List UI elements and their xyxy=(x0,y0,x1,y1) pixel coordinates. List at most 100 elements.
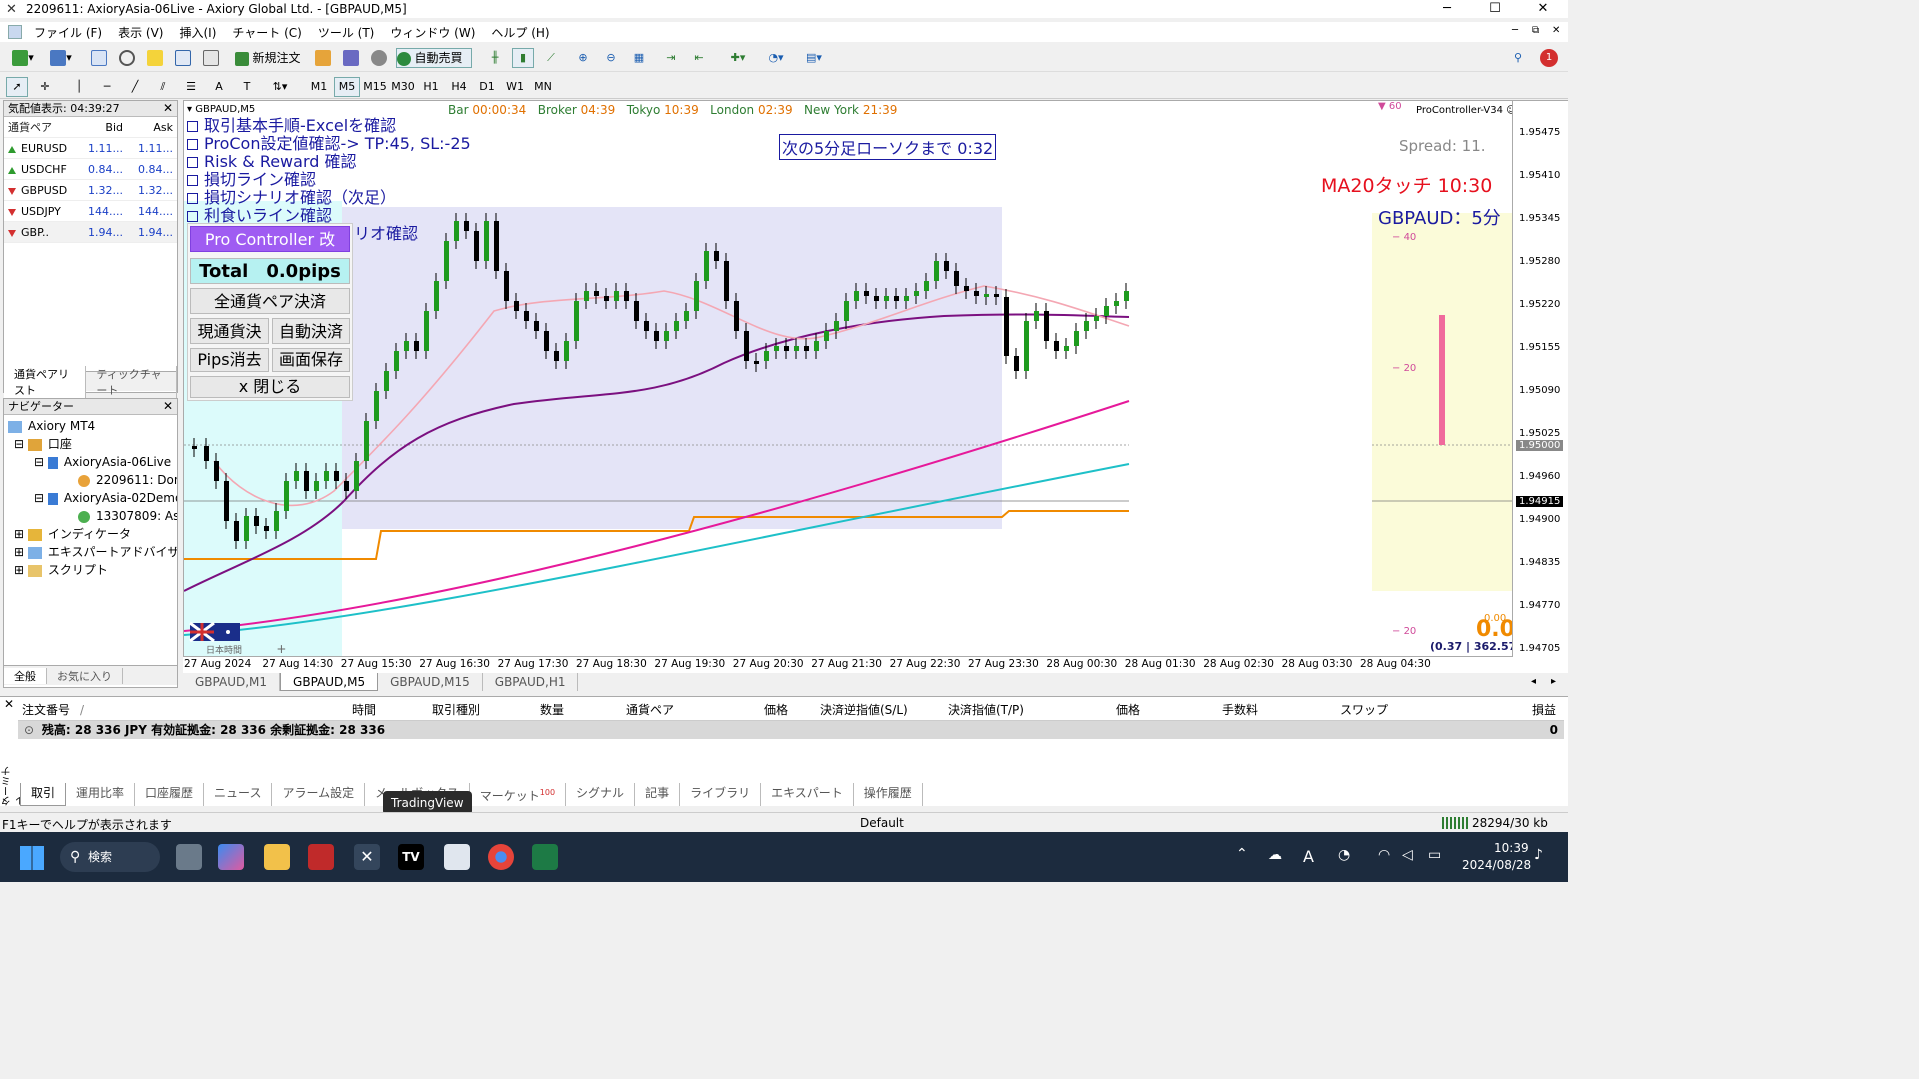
profiles-icon[interactable]: ▾ xyxy=(44,48,78,68)
channel-icon[interactable]: ⫽ xyxy=(152,77,174,97)
start-icon[interactable] xyxy=(20,846,44,870)
indicators-icon[interactable]: ✚▾ xyxy=(722,48,754,68)
tradingview-icon[interactable]: TV xyxy=(398,844,424,870)
price-chart[interactable]: ▾ GBPAUD,M5 Bar 00:00:34 Broker 04:39 To… xyxy=(183,100,1513,657)
timeframe-m30[interactable]: M30 xyxy=(390,77,416,97)
terminal-close-icon[interactable]: ✕ xyxy=(4,697,14,711)
text-icon[interactable]: A xyxy=(208,77,230,97)
checklist-item[interactable]: 取引基本手順-Excelを確認 xyxy=(187,117,471,135)
child-close-button[interactable]: ✕ xyxy=(1552,25,1560,36)
periods-icon[interactable]: ◔▾ xyxy=(760,48,792,68)
tab-scroll-right-icon[interactable]: ▸ xyxy=(1551,673,1556,691)
chevron-up-icon[interactable]: ⌃ xyxy=(1236,846,1248,862)
close-all-pairs-button[interactable]: 全通貨ペア決済 xyxy=(190,288,350,314)
timeframe-m1[interactable]: M1 xyxy=(306,77,332,97)
file-explorer-icon[interactable] xyxy=(264,844,290,870)
checklist-item[interactable]: ProCon設定値確認-> TP:45, SL:-25 xyxy=(187,135,471,153)
clock-icon[interactable]: ◔ xyxy=(1338,847,1350,863)
nav-scripts[interactable]: ⊞ スクリプト xyxy=(8,561,177,579)
column-symbol[interactable]: 通貨ペア xyxy=(626,701,674,718)
navigator-icon[interactable] xyxy=(144,48,166,68)
tab-favorites[interactable]: お気に入り xyxy=(47,667,123,684)
tab-exposure[interactable]: 運用比率 xyxy=(66,783,136,806)
tab-experts[interactable]: エキスパート xyxy=(761,783,854,806)
column-ask[interactable]: Ask xyxy=(126,117,176,137)
tab-gbpaud-m5[interactable]: GBPAUD,M5 xyxy=(280,673,379,691)
tab-history[interactable]: 口座履歴 xyxy=(135,783,205,806)
autoscroll-icon[interactable]: ⇥ xyxy=(660,48,682,68)
tester-icon[interactable] xyxy=(200,48,222,68)
auto-close-button[interactable]: 自動決済 xyxy=(272,318,350,344)
checklist-item[interactable]: 損切シナリオ確認（次足） xyxy=(187,189,471,207)
menu-file[interactable]: ファイル (F) xyxy=(26,24,110,41)
timeframe-h4[interactable]: H4 xyxy=(446,77,472,97)
market-watch-row[interactable]: EURUSD 1.11... 1.11... xyxy=(4,138,177,159)
terminal-icon[interactable] xyxy=(172,48,194,68)
tab-gbpaud-m15[interactable]: GBPAUD,M15 xyxy=(378,673,483,691)
close-icon[interactable]: ✕ xyxy=(163,399,173,414)
menu-help[interactable]: ヘルプ (H) xyxy=(483,24,557,41)
checklist-item[interactable]: 損切ライン確認 xyxy=(187,171,471,189)
balance-row[interactable]: ⊙ 残高: 28 336 JPY 有効証拠金: 28 336 余剰証拠金: 28… xyxy=(18,721,1564,739)
clear-pips-button[interactable]: Pips消去 xyxy=(190,348,269,372)
new-order-button[interactable]: 新規注文 xyxy=(234,48,308,68)
tab-articles[interactable]: 記事 xyxy=(635,783,681,806)
column-symbol[interactable]: 通貨ペア xyxy=(4,117,76,137)
zoom-in-icon[interactable]: ⊕ xyxy=(572,48,594,68)
close-icon[interactable]: ✕ xyxy=(163,101,173,116)
column-sort[interactable]: / xyxy=(80,703,84,717)
menu-window[interactable]: ウィンドウ (W) xyxy=(382,24,483,41)
tab-gbpaud-h1[interactable]: GBPAUD,H1 xyxy=(483,673,579,691)
column-time[interactable]: 時間 xyxy=(352,701,376,718)
child-minimize-button[interactable]: ─ xyxy=(1512,25,1518,36)
time-axis[interactable]: 27 Aug 2024 27 Aug 14:30 27 Aug 15:30 27 Au… xyxy=(183,657,1568,673)
tab-symbols[interactable]: 通貨ペアリスト xyxy=(4,365,87,398)
search-box[interactable]: ⚲ 検索 xyxy=(60,842,160,872)
cloud-icon[interactable]: ☁ xyxy=(1268,847,1282,863)
copilot-icon[interactable] xyxy=(218,844,244,870)
nav-server-live[interactable]: ⊟ AxioryAsia-06Live xyxy=(8,453,177,471)
column-order[interactable]: 注文番号 xyxy=(22,701,70,718)
templates-icon[interactable]: ▤▾ xyxy=(798,48,830,68)
menu-chart[interactable]: チャート (C) xyxy=(224,24,309,41)
candlestick-icon[interactable]: ▮ xyxy=(512,48,534,68)
chart-shift-icon[interactable]: ⇤ xyxy=(688,48,710,68)
wifi-icon[interactable]: ◠ xyxy=(1378,847,1390,863)
crosshair-icon[interactable]: ✛ xyxy=(34,77,56,97)
close-panel-button[interactable]: x 閉じる xyxy=(190,376,350,398)
excel-icon[interactable] xyxy=(532,844,558,870)
timeframe-m5[interactable]: M5 xyxy=(334,77,360,97)
tab-common[interactable]: 全般 xyxy=(4,667,47,684)
menu-tools[interactable]: ツール (T) xyxy=(310,24,383,41)
data-window-icon[interactable] xyxy=(116,48,138,68)
tab-news[interactable]: ニュース xyxy=(204,783,273,806)
tab-gbpaud-m1[interactable]: GBPAUD,M1 xyxy=(183,673,281,691)
market-watch-row[interactable]: USDCHF 0.84... 0.84... xyxy=(4,159,177,180)
column-sl[interactable]: 決済逆指値(S/L) xyxy=(820,701,908,718)
line-chart-icon[interactable]: ⟋ xyxy=(540,48,562,68)
arrows-icon[interactable]: ⇅▾ xyxy=(264,77,296,97)
fibo-icon[interactable]: ☰ xyxy=(180,77,202,97)
minimize-button[interactable]: ─ xyxy=(1424,0,1470,18)
nav-root[interactable]: Axiory MT4 xyxy=(8,417,177,435)
maximize-button[interactable]: ☐ xyxy=(1472,0,1518,18)
nav-account-demo[interactable]: 13307809: Asse xyxy=(8,507,177,525)
notification-bell-icon[interactable]: ♪ xyxy=(1534,847,1543,863)
tab-scroll-left-icon[interactable]: ◂ xyxy=(1531,673,1536,691)
cursor-icon[interactable]: ➚ xyxy=(6,77,28,97)
label-icon[interactable]: T xyxy=(236,77,258,97)
vps-icon[interactable] xyxy=(368,48,390,68)
signals-icon[interactable] xyxy=(340,48,362,68)
timeframe-w1[interactable]: W1 xyxy=(502,77,528,97)
ime-indicator[interactable]: A xyxy=(1303,847,1314,866)
tab-market[interactable]: マーケット100 xyxy=(470,783,567,806)
metaeditor-icon[interactable] xyxy=(312,48,334,68)
app-red-icon[interactable] xyxy=(308,844,334,870)
menu-insert[interactable]: 挿入(I) xyxy=(171,24,224,41)
horizontal-line-icon[interactable]: ─ xyxy=(96,77,118,97)
chrome-icon[interactable] xyxy=(488,844,514,870)
timeframe-d1[interactable]: D1 xyxy=(474,77,500,97)
tab-trade[interactable]: 取引 xyxy=(20,783,67,806)
column-price[interactable]: 価格 xyxy=(764,701,788,718)
trendline-icon[interactable]: ╱ xyxy=(124,77,146,97)
